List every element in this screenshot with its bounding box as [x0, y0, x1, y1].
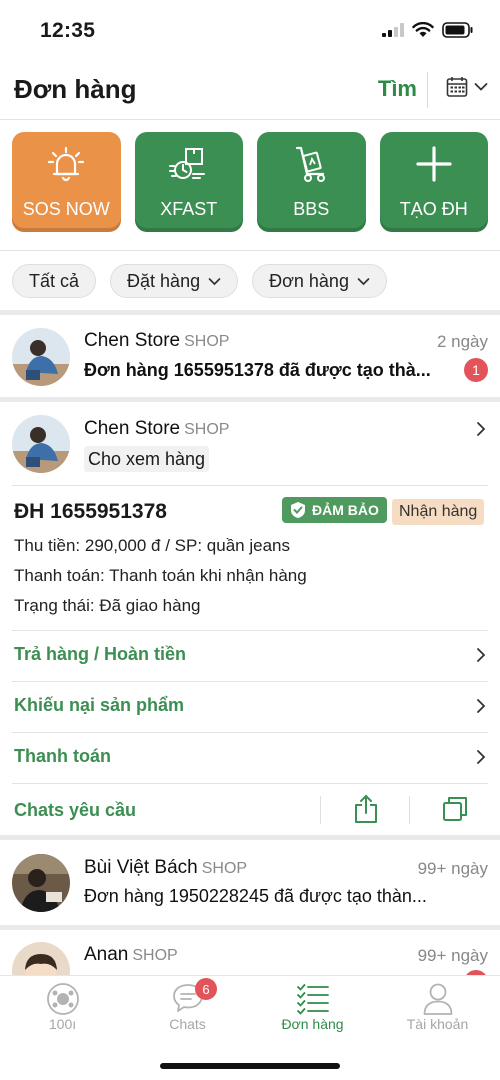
tab-hub[interactable]: 100ı: [0, 976, 125, 1036]
section-separator: [0, 835, 500, 840]
tab-label: Đơn hàng: [281, 1016, 344, 1032]
chevron-right-icon: [477, 699, 486, 713]
chevron-right-icon: [477, 648, 486, 662]
shop-name[interactable]: Chen Store SHOP: [84, 418, 229, 440]
vertical-divider: [409, 796, 410, 824]
bbs-button[interactable]: BBS: [257, 132, 366, 232]
message-preview: Đơn hàng 1950228245 đã được tạo thàn...: [84, 886, 427, 906]
chat-count-badge: 6: [195, 978, 217, 1000]
filter-chip-orders[interactable]: Đơn hàng: [252, 264, 387, 298]
tab-label: Chats: [169, 1016, 206, 1032]
status-icons: [382, 22, 474, 38]
alarm-bell-icon: [48, 146, 85, 182]
shield-check-icon: [291, 502, 305, 518]
create-order-button[interactable]: TẠO ĐH: [379, 132, 488, 232]
guarantee-label: ĐẢM BẢO: [312, 502, 379, 518]
avatar: [12, 415, 70, 473]
chevron-down-icon: [474, 83, 488, 91]
shop-tag: SHOP: [201, 860, 248, 877]
shop-name: Anan SHOP: [84, 944, 178, 965]
shop-tag: SHOP: [184, 333, 230, 350]
section-divider: [0, 250, 500, 251]
avatar: [12, 328, 70, 386]
status-time: 12:35: [40, 19, 96, 42]
order-status-text: Trạng thái: Đã giao hàng: [14, 596, 201, 615]
shop-name: Bùi Việt Bách SHOP: [84, 857, 248, 878]
filter-chip-label: Đặt hàng: [127, 270, 201, 291]
vertical-divider: [320, 796, 321, 824]
xfast-label: XFAST: [160, 199, 218, 219]
collect-amount-text: Thu tiền: 290,000 đ / SP: quần jeans: [14, 536, 290, 555]
payment-row[interactable]: Thanh toán: [0, 733, 500, 784]
chevron-down-icon: [208, 277, 221, 285]
tab-orders[interactable]: Đơn hàng: [250, 976, 375, 1036]
sos-now-button[interactable]: SOS NOW: [12, 132, 121, 232]
status-badge: Nhận hàng: [392, 499, 485, 525]
shop-name: Chen Store SHOP: [84, 330, 230, 351]
plus-icon: [416, 146, 452, 182]
hand-truck-icon: [296, 146, 326, 182]
tab-label: Tài khoản: [406, 1016, 469, 1032]
home-indicator[interactable]: [160, 1063, 340, 1069]
battery-icon: [442, 22, 473, 38]
quick-actions: SOS NOW XFAST BBS TẠO ĐH: [12, 132, 488, 232]
page-title: Đơn hàng: [14, 74, 137, 104]
filter-chip-label: Tất cả: [29, 270, 80, 291]
chevron-right-icon: [477, 750, 486, 764]
product-complaint-row[interactable]: Khiếu nại sản phẩm: [0, 682, 500, 733]
order-id: ĐH 1655951378: [14, 500, 167, 523]
shop-tag: SHOP: [132, 947, 178, 964]
copy-icon[interactable]: [442, 796, 468, 822]
conversation-time: 99+ ngày: [417, 946, 488, 965]
header-divider-line: [0, 119, 500, 120]
section-separator: [0, 310, 500, 315]
wifi-icon: [412, 22, 434, 37]
unread-count-badge: 1: [464, 358, 488, 382]
conversation-time: 2 ngày: [436, 332, 488, 351]
filter-chip-label: Đơn hàng: [269, 270, 349, 291]
message-preview: Đơn hàng 1655951378 đã được tạo thà...: [84, 360, 431, 380]
payment-label: Thanh toán: [14, 746, 111, 766]
xfast-button[interactable]: XFAST: [134, 132, 243, 232]
signal-icon: [382, 23, 404, 37]
chat-request-row: Chats yêu cầu: [0, 784, 500, 835]
conversation-item[interactable]: Anan SHOP 99+ ngày: [0, 930, 500, 975]
bbs-label: BBS: [293, 199, 330, 219]
tab-chats[interactable]: 6 Chats: [125, 976, 250, 1036]
share-icon[interactable]: [353, 794, 379, 824]
chevron-down-icon: [357, 277, 370, 285]
shop-tag: SHOP: [184, 421, 230, 438]
inspection-allowed-label: Cho xem hàng: [84, 446, 210, 472]
tab-account[interactable]: Tài khoản: [375, 976, 500, 1036]
divider: [12, 485, 488, 486]
status-bar: 12:35: [0, 0, 500, 62]
date-filter-button[interactable]: [446, 76, 488, 98]
filter-bar: Tất cả Đặt hàng Đơn hàng: [12, 264, 387, 298]
create-order-label: TẠO ĐH: [399, 199, 468, 219]
filter-chip-all[interactable]: Tất cả: [12, 264, 97, 298]
conversation-time: 99+ ngày: [417, 859, 488, 878]
avatar: [12, 942, 70, 975]
order-checklist-icon: [296, 984, 329, 1015]
header-divider: [427, 72, 428, 108]
return-refund-row[interactable]: Trả hàng / Hoàn tiền: [0, 631, 500, 682]
fast-delivery-icon: [168, 148, 205, 179]
chevron-right-icon[interactable]: [476, 421, 486, 437]
guarantee-badge: ĐẢM BẢO: [282, 497, 387, 523]
section-separator: [0, 397, 500, 402]
product-complaint-label: Khiếu nại sản phẩm: [14, 695, 185, 715]
user-account-icon: [423, 983, 452, 1015]
network-hub-icon: [46, 983, 79, 1015]
sos-now-label: SOS NOW: [22, 199, 110, 219]
avatar: [12, 854, 70, 912]
return-refund-label: Trả hàng / Hoàn tiền: [14, 644, 187, 664]
payment-method-text: Thanh toán: Thanh toán khi nhận hàng: [14, 566, 307, 585]
header: Đơn hàng Tìm: [0, 62, 500, 120]
tab-label: 100ı: [48, 1016, 77, 1032]
search-button[interactable]: Tìm: [378, 76, 417, 102]
filter-chip-booking[interactable]: Đặt hàng: [110, 264, 239, 298]
calendar-icon: [446, 77, 468, 97]
chat-request-button[interactable]: Chats yêu cầu: [14, 800, 136, 821]
